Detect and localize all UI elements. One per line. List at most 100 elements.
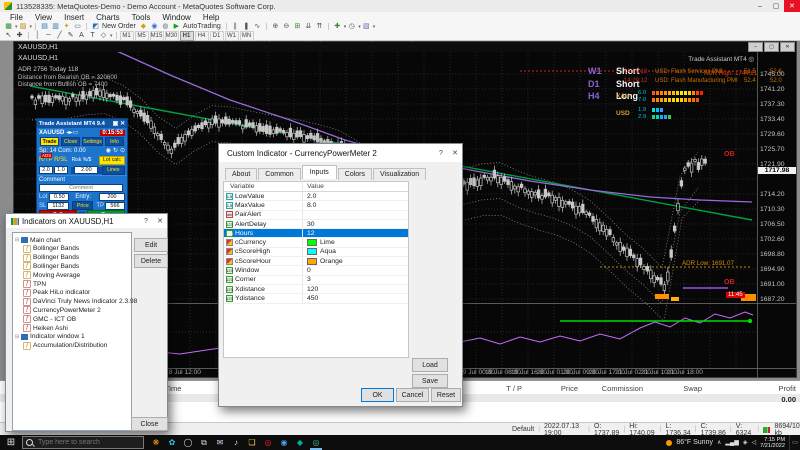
refresh-icon[interactable]: ↻ xyxy=(113,148,118,154)
edit-indicator-button[interactable]: Edit xyxy=(134,238,168,252)
rtp-input[interactable] xyxy=(39,166,53,174)
visibility-icon[interactable]: ◉ xyxy=(106,148,111,154)
input-row-pairalert[interactable]: abPairAlert xyxy=(224,211,408,220)
chart-window-titlebar[interactable]: XAUUSD,H1 – ▢ ✕ xyxy=(14,42,796,52)
draw-icon[interactable]: ✎ xyxy=(65,31,76,40)
dialog-close-icon[interactable]: ✕ xyxy=(448,148,462,159)
menu-window[interactable]: Window xyxy=(156,13,196,22)
folder-icon[interactable]: ▭ xyxy=(72,129,78,136)
load-button[interactable]: Load xyxy=(412,358,448,372)
file-explorer-icon[interactable]: ❏ xyxy=(244,435,260,450)
dialog-tab-about[interactable]: About xyxy=(225,168,257,180)
search-input[interactable] xyxy=(36,438,140,447)
input-row-ccurrency[interactable]: cCurrencyLime xyxy=(224,239,408,248)
menu-view[interactable]: View xyxy=(29,13,58,22)
music-icon[interactable]: ♪ xyxy=(228,435,244,450)
input-value[interactable]: 8.0 xyxy=(302,201,409,209)
mail-icon[interactable]: ✉ xyxy=(212,435,228,450)
reset-button[interactable]: Reset xyxy=(431,388,461,402)
maximize-button[interactable]: ▢ xyxy=(768,0,784,12)
terminal-column-tp[interactable]: T / P xyxy=(506,384,522,393)
input-row-xdistance[interactable]: 123Xdistance120 xyxy=(224,285,408,294)
tree-item[interactable]: ƒDaVinci Truly News Indicator 2.3.98 xyxy=(23,298,137,306)
chevron-up-icon[interactable]: ∧ xyxy=(717,439,721,446)
close-dialog-button[interactable]: Close xyxy=(131,417,168,431)
timeframe-w1[interactable]: W1 xyxy=(225,31,239,41)
panel-tab-trade[interactable]: Trade xyxy=(40,137,59,146)
opera-gx-icon[interactable]: ◎ xyxy=(308,435,324,450)
terminal-icon[interactable]: ▭ xyxy=(72,22,83,31)
cancel-button[interactable]: Cancel xyxy=(396,388,429,402)
tree-group[interactable]: ⊟Main chart xyxy=(15,236,61,244)
terminal-column-price[interactable]: Price xyxy=(561,384,578,393)
input-value[interactable]: Orange xyxy=(302,257,409,265)
horizontal-line-icon[interactable]: ─ xyxy=(43,31,54,40)
cursor-icon[interactable]: ↖ xyxy=(3,31,14,40)
templates-icon[interactable]: ▧▾ xyxy=(361,22,376,31)
risk-input[interactable] xyxy=(74,166,98,174)
help-icon[interactable]: ? xyxy=(434,148,448,159)
taskbar-search[interactable] xyxy=(22,436,144,449)
menu-insert[interactable]: Insert xyxy=(58,13,90,22)
menu-help[interactable]: Help xyxy=(197,13,225,22)
tree-item[interactable]: ƒBollinger Bands xyxy=(23,245,79,253)
notification-center-icon[interactable]: ▭ xyxy=(789,435,800,450)
input-row-lowvalue[interactable]: 1.5LowValue2.0 xyxy=(224,192,408,201)
market-watch-icon[interactable]: ▤ xyxy=(39,22,50,31)
lot-calc-button[interactable]: Lot calc xyxy=(99,156,125,165)
delete-indicator-button[interactable]: Delete xyxy=(134,254,168,268)
navigator-icon[interactable]: ✦ xyxy=(61,22,72,31)
tree-item[interactable]: ƒGMC - ICT OB xyxy=(23,315,76,323)
terminal-column-profit[interactable]: Profit xyxy=(778,384,796,393)
lines-button[interactable]: Lines xyxy=(102,166,125,175)
tp-input[interactable] xyxy=(105,202,125,210)
zoom-in-icon[interactable]: ⊕ xyxy=(270,22,281,31)
start-button[interactable]: ⊞ xyxy=(0,435,22,450)
tree-item[interactable]: ƒBollinger Bands xyxy=(23,254,79,262)
teal-app-icon[interactable]: ◆ xyxy=(292,435,308,450)
panel-close-icon[interactable]: ✕ xyxy=(120,121,125,127)
ok-button[interactable]: OK xyxy=(361,388,394,402)
panel-tab-close[interactable]: Close xyxy=(61,137,80,146)
tree-item[interactable]: ƒBollinger Bands xyxy=(23,262,79,270)
cortana-icon[interactable]: ◯ xyxy=(180,435,196,450)
trade-assistant-titlebar[interactable]: Trade Assistant MT4 9.4 ▣ ✕ xyxy=(37,119,127,128)
chart-minimize-icon[interactable]: – xyxy=(748,42,763,52)
volume-icon[interactable]: ◁ xyxy=(751,439,756,446)
timeframe-m5[interactable]: M5 xyxy=(135,31,149,41)
lock-icon[interactable]: ⊙ xyxy=(120,148,125,154)
input-value[interactable]: 12 xyxy=(302,229,409,237)
input-value[interactable]: Aqua xyxy=(302,248,409,256)
trendline-icon[interactable]: ╱ xyxy=(54,31,65,40)
periods-icon[interactable]: ◷▾ xyxy=(346,22,361,31)
timeframe-mn[interactable]: MN xyxy=(240,31,254,41)
shapes-icon[interactable]: ◇▾ xyxy=(98,31,113,40)
chart-shift-icon[interactable]: ⇈ xyxy=(314,22,325,31)
tree-item[interactable]: ƒMoving Average xyxy=(23,271,80,279)
timeframe-d1[interactable]: D1 xyxy=(210,31,224,41)
input-value[interactable]: 120 xyxy=(302,285,409,293)
input-value[interactable] xyxy=(302,211,409,219)
chrome-icon[interactable]: ◉ xyxy=(276,435,292,450)
input-row-maxvalue[interactable]: 1.5MaxValue8.0 xyxy=(224,201,408,210)
timeframe-m30[interactable]: M30 xyxy=(165,31,179,41)
tree-item[interactable]: ƒPeak HiLo indicator xyxy=(23,289,90,297)
terminal-column-commission[interactable]: Commission xyxy=(602,384,643,393)
dialog-tab-common[interactable]: Common xyxy=(258,168,300,180)
tile-windows-icon[interactable]: ⊞ xyxy=(292,22,303,31)
task-view-icon[interactable]: ⧉ xyxy=(196,435,212,450)
input-row-corner[interactable]: 123Corner3 xyxy=(224,276,408,285)
menu-file[interactable]: File xyxy=(4,13,29,22)
input-value[interactable]: 450 xyxy=(302,294,409,302)
input-row-alertdelay[interactable]: 123AlertDelay30 xyxy=(224,220,408,229)
tree-item[interactable]: ƒTPN xyxy=(23,280,46,288)
indicators-icon[interactable]: ✚▾ xyxy=(332,22,347,31)
input-row-ydistance[interactable]: 123Ydistance450 xyxy=(224,294,408,303)
menu-charts[interactable]: Charts xyxy=(90,13,126,22)
terminal-column-swap[interactable]: Swap xyxy=(683,384,702,393)
new-chart-icon[interactable]: ▦▾ xyxy=(3,22,18,31)
chart-restore-icon[interactable]: ▢ xyxy=(764,42,779,52)
zoom-out-icon[interactable]: ⊖ xyxy=(281,22,292,31)
input-value[interactable]: Lime xyxy=(302,239,409,247)
input-value[interactable]: 3 xyxy=(302,276,409,284)
